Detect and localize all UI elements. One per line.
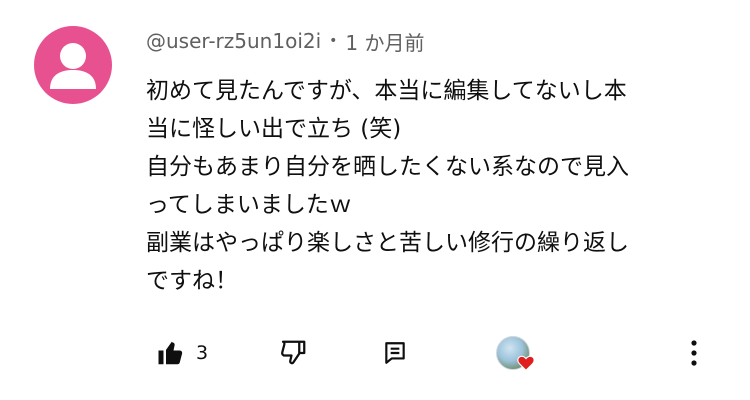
comment-text-line: 自分もあまり自分を晒したくない系なので見入: [146, 154, 629, 180]
comment-text-line: ってしまいましたｗ: [146, 192, 352, 218]
comment-text-line: ですね！: [146, 268, 238, 294]
like-button[interactable]: 3: [156, 330, 208, 376]
more-vertical-icon: [691, 340, 697, 366]
comment-timestamp[interactable]: 1 か月前: [345, 27, 424, 56]
reply-comment-icon: [385, 342, 405, 364]
comment-text-line: 初めて見たんですが、本当に編集してないし本: [146, 78, 627, 104]
reply-button[interactable]: [382, 330, 408, 376]
more-options-button[interactable]: [690, 330, 698, 376]
dislike-button[interactable]: [278, 330, 308, 376]
comment-body: @user-rz5un1oi2i • 1 か月前 初めて見たんですが、本当に編集…: [146, 24, 726, 300]
commenter-avatar[interactable]: [34, 26, 112, 104]
comment-actions: 3: [150, 330, 730, 376]
thumbs-down-icon: [281, 340, 306, 365]
comment-header: @user-rz5un1oi2i • 1 か月前: [146, 24, 726, 58]
thumbs-up-icon: [158, 341, 183, 365]
meta-separator: •: [329, 33, 338, 49]
creator-heart-badge: [496, 330, 535, 376]
like-count: 3: [196, 342, 209, 364]
heart-icon: [517, 355, 535, 371]
comment-text-line: 当に怪しい出で立ち (笑): [146, 116, 402, 142]
author-handle[interactable]: @user-rz5un1oi2i: [146, 29, 321, 53]
comment-text-line: 副業はやっぱり楽しさと苦しい修行の繰り返し: [146, 230, 629, 256]
creator-avatar: [496, 336, 535, 371]
comment-text: 初めて見たんですが、本当に編集してないし本 当に怪しい出で立ち (笑) 自分もあ…: [146, 72, 726, 300]
default-user-icon: [50, 43, 96, 89]
